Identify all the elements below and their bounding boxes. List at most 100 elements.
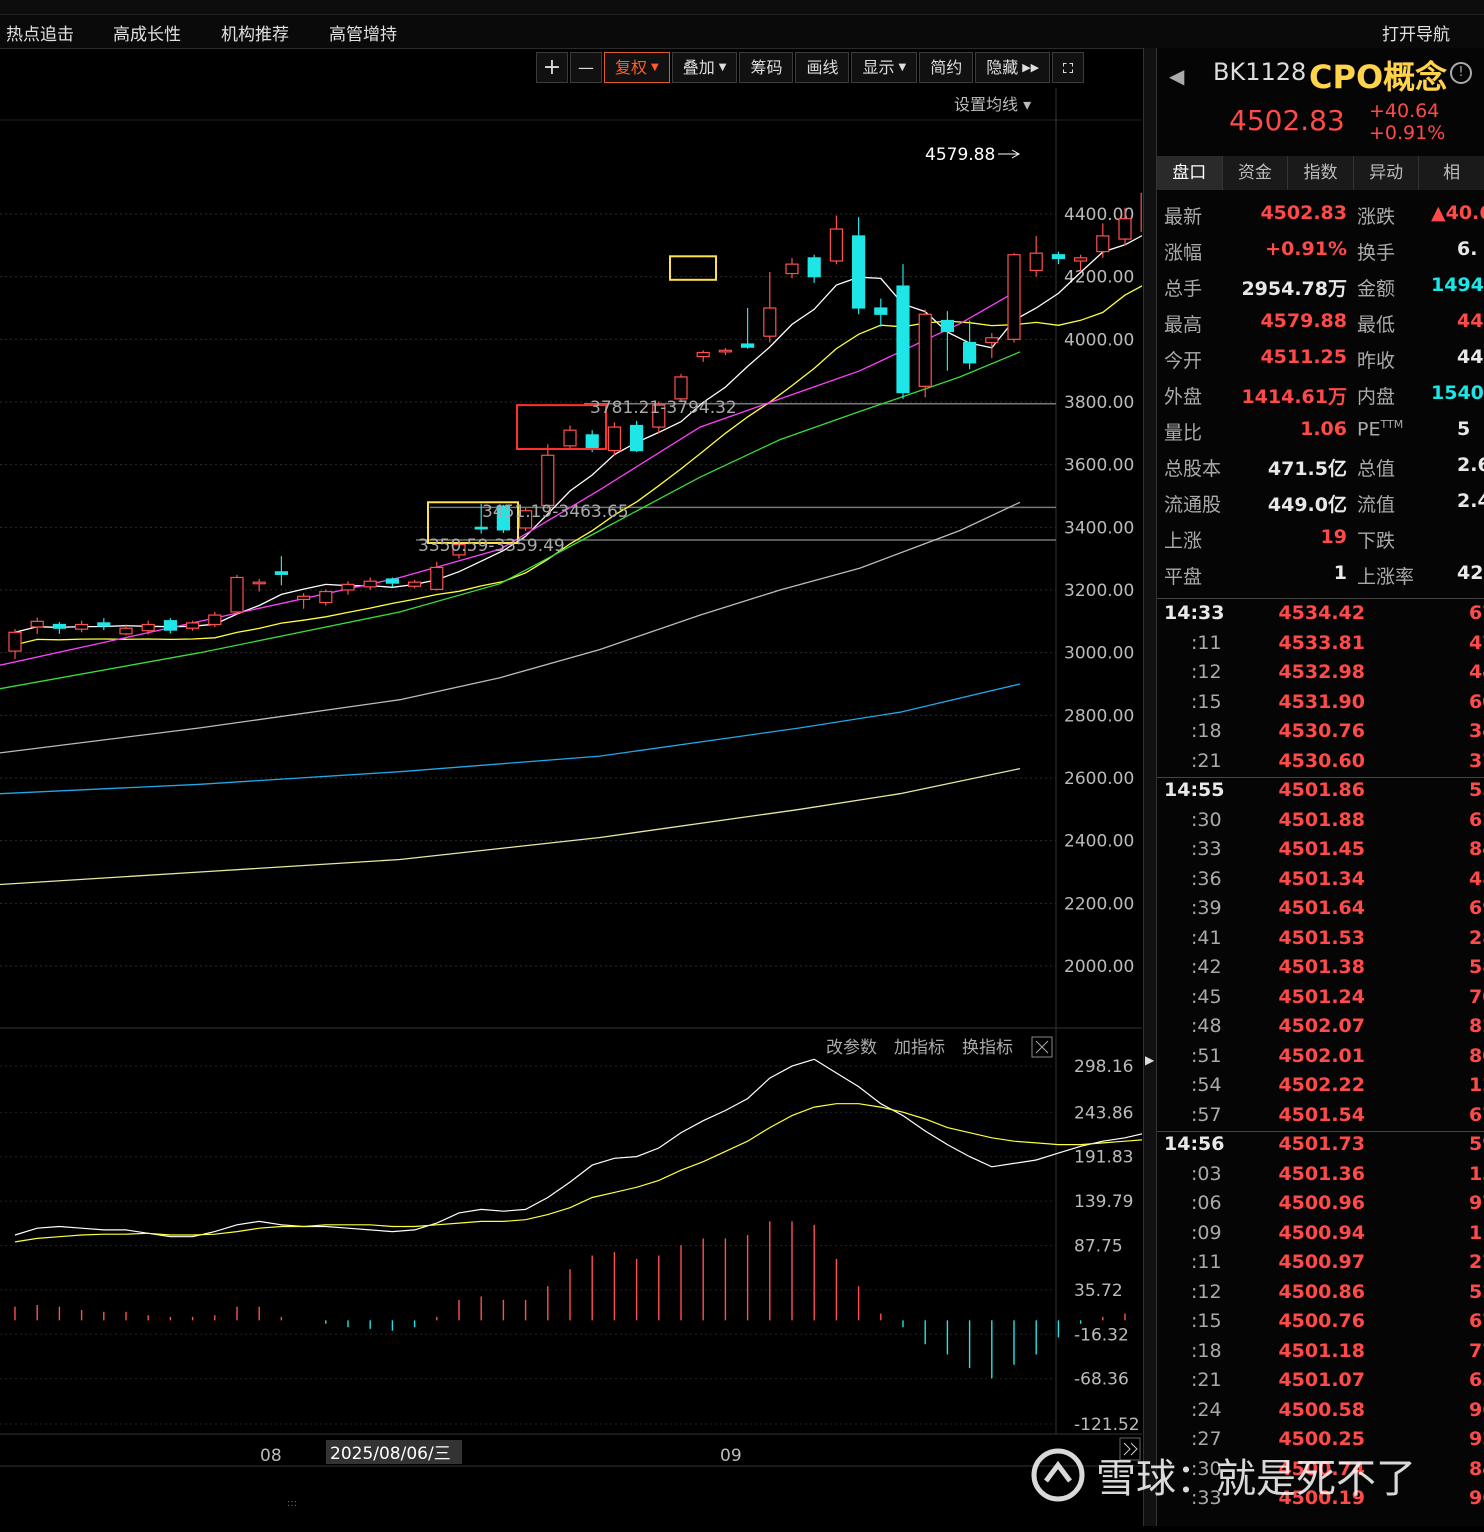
candle-body[interactable]	[1118, 218, 1132, 240]
candle-body[interactable]	[874, 307, 888, 315]
candle-body[interactable]	[408, 581, 422, 587]
hide-button[interactable]: 隐藏 ▶▶	[975, 52, 1051, 83]
tick-row: :51 4502.01 80	[1157, 1045, 1484, 1074]
tab-related[interactable]: 相	[1419, 156, 1484, 190]
quote-row: 总手 2954.78万金额 1494.	[1157, 274, 1484, 310]
tick-price: 4501.54	[1278, 1103, 1365, 1126]
tick-price: 4533.81	[1278, 631, 1365, 654]
candle-body[interactable]	[563, 429, 577, 447]
candle-body[interactable]	[1051, 254, 1066, 260]
candle-body[interactable]	[940, 319, 955, 333]
candle-body[interactable]	[52, 623, 67, 629]
candle-body[interactable]	[718, 349, 733, 353]
tick-volume: 55	[1469, 779, 1484, 801]
tick-time: :06	[1191, 1192, 1222, 1214]
divider	[1157, 777, 1484, 778]
zoom-in-button[interactable]: +	[536, 52, 568, 83]
candle-body[interactable]	[385, 578, 399, 584]
candle-body[interactable]	[896, 285, 910, 394]
fuquan-label: 复权	[615, 58, 648, 77]
candle-body[interactable]	[696, 351, 710, 358]
tick-price: 4501.86	[1278, 779, 1365, 801]
candle-body[interactable]	[1029, 252, 1043, 272]
candle-body[interactable]	[851, 235, 866, 309]
divider	[1157, 1131, 1484, 1132]
candle-body[interactable]	[763, 307, 777, 337]
candle-body[interactable]	[274, 571, 288, 575]
tab-funds[interactable]: 资金	[1223, 156, 1289, 190]
candle-body[interactable]	[208, 614, 222, 626]
tick-volume: 124	[1469, 1074, 1484, 1096]
info-icon[interactable]: !	[1450, 62, 1472, 84]
candle-body[interactable]	[585, 434, 599, 450]
tick-volume: 77	[1469, 1339, 1484, 1362]
candle-body[interactable]	[1007, 254, 1021, 340]
draw-line-button[interactable]: 画线	[795, 52, 850, 83]
panel-splitter[interactable]: ▶	[1143, 48, 1157, 1526]
candle-body[interactable]	[8, 631, 22, 652]
tick-price: 4502.07	[1278, 1015, 1365, 1037]
candle-body[interactable]	[474, 526, 488, 530]
quote-value: 4502.83	[1260, 202, 1347, 224]
kline-chart-svg[interactable]: 4400.004200.004000.003800.003600.003400.…	[0, 88, 1199, 1528]
candle-body[interactable]	[785, 263, 799, 275]
back-arrow-icon[interactable]: ◀	[1169, 64, 1184, 88]
tab-orderbook[interactable]: 盘口	[1157, 156, 1223, 190]
macd-axis-tick: 139.79	[1074, 1192, 1133, 1212]
display-dropdown[interactable]: 显示 ▼	[851, 52, 918, 83]
quote-value: 446	[1457, 310, 1484, 332]
candle-body[interactable]	[807, 257, 821, 278]
chart-area[interactable]: 4400.00 4200.00 4000.00 3800.00 3600.00 3400.…	[0, 88, 1199, 1528]
candle-body[interactable]	[430, 566, 444, 590]
zoom-out-button[interactable]: —	[570, 52, 602, 83]
candle-body[interactable]	[30, 620, 44, 628]
fullscreen-button[interactable]	[1052, 52, 1085, 83]
candle-body[interactable]	[674, 376, 688, 400]
quote-label: 流值	[1357, 494, 1396, 516]
candle-body[interactable]	[341, 583, 355, 591]
candle-body[interactable]	[985, 337, 999, 344]
candle-body[interactable]	[252, 581, 266, 585]
quote-value: 1414.61万	[1241, 386, 1347, 408]
nav-item-exec-buy[interactable]: 高管增持	[329, 20, 397, 45]
candle-body[interactable]	[163, 620, 177, 631]
candle-body[interactable]	[918, 313, 932, 387]
candle-body[interactable]	[629, 424, 644, 452]
open-navigation-button[interactable]: 打开导航	[1382, 20, 1450, 45]
candle-body[interactable]	[541, 454, 555, 506]
candle-body[interactable]	[962, 341, 977, 364]
candle-body[interactable]	[141, 623, 155, 632]
candle-body[interactable]	[740, 343, 755, 348]
quote-label: 量比	[1164, 422, 1203, 444]
tab-movement[interactable]: 异动	[1354, 156, 1420, 190]
collapse-arrow-icon[interactable]: ▶	[1145, 1053, 1154, 1067]
candle-body[interactable]	[1140, 193, 1154, 232]
candle-body[interactable]	[297, 595, 311, 600]
tick-time: :42	[1191, 956, 1222, 978]
candle-body[interactable]	[363, 580, 377, 588]
nav-item-growth[interactable]: 高成长性	[113, 20, 181, 45]
candle-body[interactable]	[230, 576, 244, 613]
tab-index[interactable]: 指数	[1288, 156, 1354, 190]
quote-label: 金额	[1357, 278, 1396, 300]
quote-panel: ◀ BK1128 CPO概念 ! 4502.83 +40.64 +0.91% 盘…	[1156, 48, 1484, 1526]
candle-body[interactable]	[1073, 257, 1088, 262]
simple-mode-button[interactable]: 简约	[919, 52, 974, 83]
nav-item-institution[interactable]: 机构推荐	[221, 20, 289, 45]
overlay-dropdown[interactable]: 叠加 ▼	[671, 52, 738, 83]
candle-body[interactable]	[119, 627, 133, 635]
candle-body[interactable]	[319, 590, 333, 604]
candle-body[interactable]	[186, 622, 200, 629]
quote-value: 446	[1457, 346, 1484, 368]
fuquan-dropdown[interactable]: 复权 ▼	[604, 52, 670, 83]
candle-body[interactable]	[74, 623, 89, 630]
chips-button[interactable]: 筹码	[739, 52, 794, 83]
candle-body[interactable]	[1096, 235, 1110, 253]
candle-body[interactable]	[829, 228, 844, 262]
candle-body[interactable]	[607, 426, 622, 452]
tick-price: 4501.45	[1278, 838, 1365, 860]
price-axis-tick: 2200.00	[1064, 894, 1134, 914]
nav-item-hotspot[interactable]: 热点追击	[6, 20, 74, 45]
candle-body[interactable]	[97, 622, 111, 627]
price-change: +40.64	[1369, 100, 1440, 122]
